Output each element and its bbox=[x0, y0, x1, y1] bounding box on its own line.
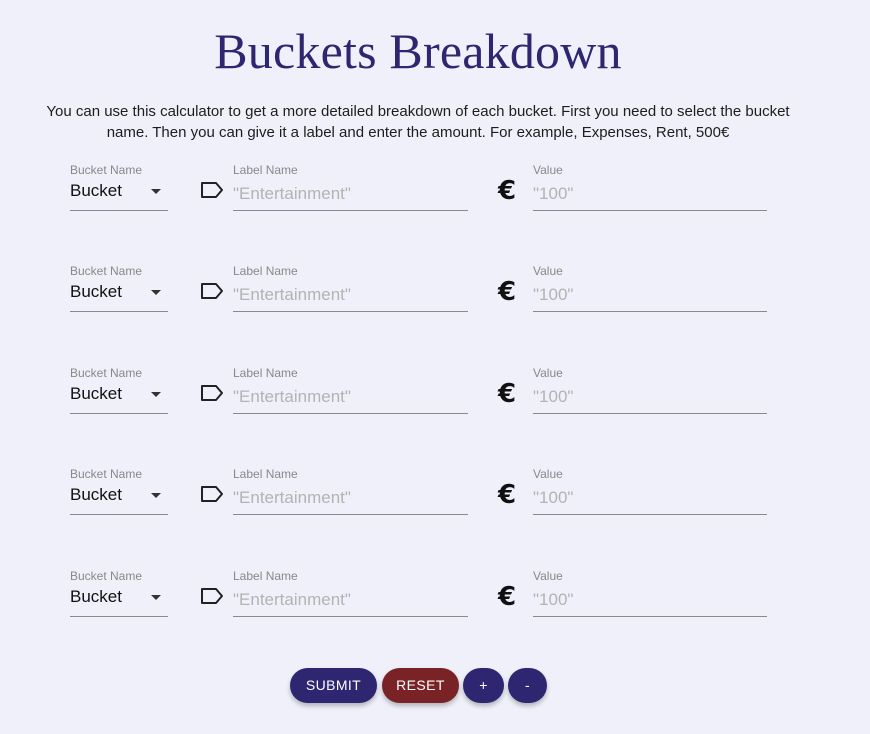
euro-icon: € bbox=[498, 176, 517, 206]
value-input[interactable] bbox=[533, 483, 766, 513]
select-underline bbox=[70, 210, 168, 211]
bucket-row: Bucket Name Bucket Label Name € Value bbox=[0, 366, 870, 446]
value-underline bbox=[533, 311, 767, 312]
value-underline bbox=[533, 210, 767, 211]
label-underline bbox=[233, 413, 468, 414]
bucket-name-label: Bucket Name bbox=[70, 569, 143, 583]
value-underline bbox=[533, 413, 767, 414]
label-name-input[interactable] bbox=[233, 483, 467, 513]
select-underline bbox=[70, 413, 168, 414]
bucket-name-label: Bucket Name bbox=[70, 163, 143, 177]
select-underline bbox=[70, 514, 168, 515]
label-name-input[interactable] bbox=[233, 382, 467, 412]
bucket-name-value: Bucket bbox=[70, 587, 122, 606]
value-underline bbox=[533, 616, 767, 617]
select-underline bbox=[70, 311, 168, 312]
bucket-row: Bucket Name Bucket Label Name € Value bbox=[0, 467, 870, 547]
euro-icon: € bbox=[498, 379, 517, 409]
chevron-down-icon bbox=[151, 189, 161, 194]
label-tag-icon bbox=[201, 385, 223, 401]
label-name-label: Label Name bbox=[233, 264, 298, 278]
label-name-input[interactable] bbox=[233, 585, 467, 615]
label-tag-icon bbox=[201, 283, 223, 299]
value-label: Value bbox=[533, 264, 563, 278]
value-label: Value bbox=[533, 467, 563, 481]
remove-row-button[interactable]: - bbox=[508, 668, 547, 703]
value-label: Value bbox=[533, 366, 563, 380]
bucket-name-value: Bucket bbox=[70, 384, 122, 403]
label-underline bbox=[233, 311, 468, 312]
chevron-down-icon bbox=[151, 392, 161, 397]
label-underline bbox=[233, 210, 468, 211]
bucket-row: Bucket Name Bucket Label Name € Value bbox=[0, 264, 870, 344]
bucket-name-value: Bucket bbox=[70, 181, 122, 200]
euro-icon: € bbox=[498, 277, 517, 307]
bucket-name-label: Bucket Name bbox=[70, 264, 143, 278]
label-name-label: Label Name bbox=[233, 366, 298, 380]
label-name-input[interactable] bbox=[233, 179, 467, 209]
intro-text: You can use this calculator to get a mor… bbox=[46, 103, 790, 141]
bucket-name-label: Bucket Name bbox=[70, 366, 143, 380]
label-underline bbox=[233, 514, 468, 515]
euro-icon: € bbox=[498, 480, 517, 510]
chevron-down-icon bbox=[151, 493, 161, 498]
reset-button[interactable]: RESET bbox=[382, 668, 459, 703]
value-input[interactable] bbox=[533, 382, 766, 412]
select-underline bbox=[70, 616, 168, 617]
chevron-down-icon bbox=[151, 290, 161, 295]
value-label: Value bbox=[533, 569, 563, 583]
label-tag-icon bbox=[201, 588, 223, 604]
label-tag-icon bbox=[201, 182, 223, 198]
label-name-label: Label Name bbox=[233, 569, 298, 583]
value-input[interactable] bbox=[533, 179, 766, 209]
label-name-input[interactable] bbox=[233, 280, 467, 310]
label-underline bbox=[233, 616, 468, 617]
value-input[interactable] bbox=[533, 280, 766, 310]
label-tag-icon bbox=[201, 486, 223, 502]
value-input[interactable] bbox=[533, 585, 766, 615]
add-row-button[interactable]: + bbox=[463, 668, 504, 703]
submit-button[interactable]: SUBMIT bbox=[290, 668, 377, 703]
bucket-name-label: Bucket Name bbox=[70, 467, 143, 481]
bucket-name-value: Bucket bbox=[70, 282, 122, 301]
value-underline bbox=[533, 514, 767, 515]
value-label: Value bbox=[533, 163, 563, 177]
bucket-row: Bucket Name Bucket Label Name € Value bbox=[0, 163, 870, 243]
chevron-down-icon bbox=[151, 595, 161, 600]
label-name-label: Label Name bbox=[233, 467, 298, 481]
label-name-label: Label Name bbox=[233, 163, 298, 177]
euro-icon: € bbox=[498, 582, 517, 612]
bucket-name-value: Bucket bbox=[70, 485, 122, 504]
page-title: Buckets Breakdown bbox=[214, 23, 622, 79]
bucket-row: Bucket Name Bucket Label Name € Value bbox=[0, 569, 870, 649]
